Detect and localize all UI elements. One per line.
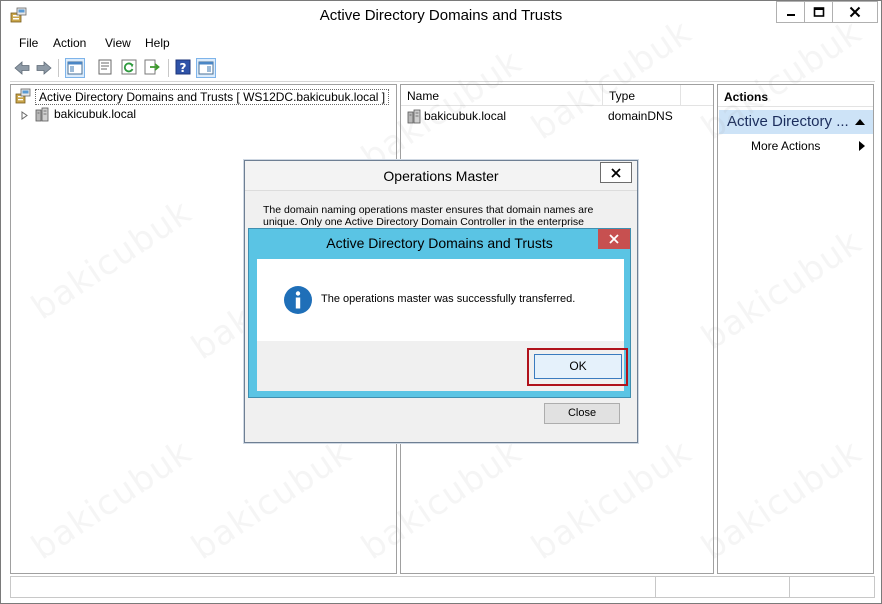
dialog-title-bar: Operations Master [245,161,637,191]
show-hide-console-tree-icon [67,61,83,75]
forward-button[interactable] [34,58,54,78]
minimize-button[interactable] [776,1,805,23]
refresh-icon [121,59,137,75]
message-box-close-button[interactable] [598,229,630,249]
refresh-button[interactable] [120,58,140,78]
properties-button[interactable] [96,58,116,78]
toolbar: ? [10,55,875,82]
window-title: Active Directory Domains and Trusts [319,7,563,24]
column-header-name[interactable]: Name [401,85,603,106]
ok-button[interactable]: OK [534,354,622,379]
close-icon [849,6,861,18]
svg-text:?: ? [180,61,187,75]
row-type: domainDNS [608,109,673,123]
actions-section-label: Active Directory ... [727,113,849,130]
expand-arrow-icon[interactable] [21,111,28,120]
show-hide-action-pane-icon [198,61,214,75]
column-header-row: Name Type [401,85,713,106]
status-bar-segment [655,577,656,597]
message-text: The operations master was successfully t… [321,293,576,305]
status-bar [10,576,875,598]
actions-pane: Actions Active Directory ... More Action… [717,84,874,574]
column-header-type[interactable]: Type [603,85,681,106]
menu-action[interactable]: Action [53,36,86,50]
status-bar-segment [789,577,790,597]
more-actions-item[interactable]: More Actions [719,136,873,156]
collapse-up-icon [855,119,865,125]
back-button[interactable] [12,58,32,78]
message-box-body: The operations master was successfully t… [257,259,628,391]
dialog-title: Operations Master [383,168,499,184]
close-icon [611,167,621,178]
minimize-icon [786,14,795,16]
maximize-button[interactable] [804,1,833,23]
tree-root-label: Active Directory Domains and Trusts [ WS… [35,89,390,105]
tree-item-label: bakicubuk.local [54,107,137,121]
domains-trusts-icon [15,88,31,104]
show-hide-console-tree-button[interactable] [65,58,85,78]
help-button[interactable]: ? [174,58,194,78]
back-arrow-icon [14,61,30,75]
actions-header: Actions [718,85,873,107]
actions-section-header[interactable]: Active Directory ... [719,110,873,134]
title-bar: Active Directory Domains and Trusts [1,1,881,31]
menu-file[interactable]: File [19,36,38,50]
close-window-button[interactable] [832,1,878,23]
message-box: Active Directory Domains and Trusts The … [248,228,631,398]
message-box-title: Active Directory Domains and Trusts [326,235,553,251]
list-row[interactable]: bakicubuk.local domainDNS [401,107,713,125]
submenu-arrow-icon [859,141,865,151]
maximize-icon [813,7,824,17]
export-list-icon [144,59,160,75]
menu-bar: File Action View Help [10,32,875,53]
export-list-button[interactable] [143,58,163,78]
forward-arrow-icon [36,61,52,75]
dialog-description: The domain naming operations master ensu… [263,204,594,228]
menu-help[interactable]: Help [145,36,170,50]
domain-icon [35,107,49,122]
more-actions-label: More Actions [751,139,821,153]
row-name: bakicubuk.local [424,109,507,123]
domain-icon [407,109,421,124]
toolbar-separator [58,59,59,77]
properties-icon [98,59,112,75]
toolbar-separator [168,59,169,77]
menu-view[interactable]: View [105,36,131,50]
close-icon [609,234,619,244]
information-icon [284,286,312,314]
show-hide-action-pane-button[interactable] [196,58,216,78]
dialog-close-button[interactable] [600,162,632,183]
close-button[interactable]: Close [544,403,620,424]
help-icon: ? [175,59,191,75]
